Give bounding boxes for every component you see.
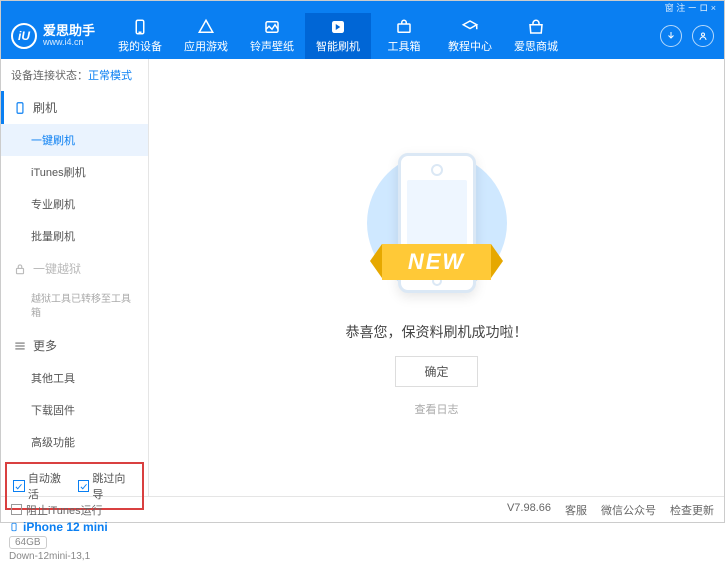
- sidebar-item-itunes-flash[interactable]: iTunes刷机: [1, 156, 148, 188]
- device-status: 设备连接状态：正常模式: [1, 59, 148, 91]
- flash-icon: [329, 18, 347, 36]
- nav-store[interactable]: 爱思商城: [503, 13, 569, 59]
- sidebar: 设备连接状态：正常模式 刷机 一键刷机 iTunes刷机 专业刷机 批量刷机 一…: [1, 59, 149, 496]
- connected-device[interactable]: iPhone 12 mini 64GB Down-12mini-13,1: [1, 514, 148, 568]
- footer-update[interactable]: 检查更新: [670, 502, 714, 518]
- wallpaper-icon: [263, 18, 281, 36]
- brand-url: www.i4.cn: [43, 38, 95, 48]
- logo-icon: iU: [11, 23, 37, 49]
- sidebar-item-batch-flash[interactable]: 批量刷机: [1, 220, 148, 252]
- store-icon: [527, 18, 545, 36]
- sidebar-section-jailbreak[interactable]: 一键越狱: [1, 252, 148, 285]
- version-label: V7.98.66: [507, 502, 551, 518]
- success-illustration: NEW: [357, 138, 517, 308]
- user-button[interactable]: [692, 25, 714, 47]
- main-content: NEW 恭喜您，保资料刷机成功啦！ 确定 查看日志: [149, 59, 724, 496]
- sidebar-section-flash[interactable]: 刷机: [1, 91, 148, 124]
- window-controls[interactable]: 窗 注 ー ロ ×: [665, 1, 716, 14]
- ok-button[interactable]: 确定: [395, 356, 477, 387]
- footer-wechat[interactable]: 微信公众号: [601, 502, 656, 518]
- sidebar-jailbreak-note: 越狱工具已转移至工具箱: [1, 285, 148, 329]
- app-header: iU 爱思助手 www.i4.cn 我的设备 应用游戏 铃声壁纸 智能刷机 工具…: [1, 13, 724, 59]
- apps-icon: [197, 18, 215, 36]
- brand-name: 爱思助手: [43, 24, 95, 38]
- sidebar-item-other-tools[interactable]: 其他工具: [1, 362, 148, 394]
- sidebar-item-pro-flash[interactable]: 专业刷机: [1, 188, 148, 220]
- checkbox-block-itunes[interactable]: [11, 504, 22, 515]
- lock-icon: [13, 262, 27, 276]
- app-logo: iU 爱思助手 www.i4.cn: [11, 23, 95, 49]
- phone-icon: [9, 520, 19, 534]
- main-nav: 我的设备 应用游戏 铃声壁纸 智能刷机 工具箱 教程中心 爱思商城: [107, 13, 660, 59]
- phone-icon: [131, 18, 149, 36]
- sidebar-section-more[interactable]: 更多: [1, 329, 148, 362]
- nav-toolbox[interactable]: 工具箱: [371, 13, 437, 59]
- toolbox-icon: [395, 18, 413, 36]
- device-identifier: Down-12mini-13,1: [9, 551, 140, 562]
- phone-icon: [13, 101, 27, 115]
- footer-service[interactable]: 客服: [565, 502, 587, 518]
- window-titlebar: 窗 注 ー ロ ×: [1, 1, 724, 13]
- nav-smart-flash[interactable]: 智能刷机: [305, 13, 371, 59]
- nav-apps-games[interactable]: 应用游戏: [173, 13, 239, 59]
- block-itunes-label: 阻止iTunes运行: [26, 502, 103, 518]
- checkbox-skip-guide[interactable]: 跳过向导: [78, 470, 137, 502]
- view-log-link[interactable]: 查看日志: [415, 401, 459, 417]
- new-banner: NEW: [382, 244, 491, 280]
- nav-tutorials[interactable]: 教程中心: [437, 13, 503, 59]
- header-actions: [660, 25, 714, 47]
- download-button[interactable]: [660, 25, 682, 47]
- sidebar-item-advanced[interactable]: 高级功能: [1, 426, 148, 458]
- nav-my-device[interactable]: 我的设备: [107, 13, 173, 59]
- checkbox-auto-activate[interactable]: 自动激活: [13, 470, 72, 502]
- list-icon: [13, 339, 27, 353]
- success-message: 恭喜您，保资料刷机成功啦！: [346, 322, 528, 342]
- sidebar-item-download-firmware[interactable]: 下载固件: [1, 394, 148, 426]
- tutorials-icon: [461, 18, 479, 36]
- sidebar-item-oneclick-flash[interactable]: 一键刷机: [1, 124, 148, 156]
- nav-ringtone-wallpaper[interactable]: 铃声壁纸: [239, 13, 305, 59]
- device-storage: 64GB: [9, 536, 47, 549]
